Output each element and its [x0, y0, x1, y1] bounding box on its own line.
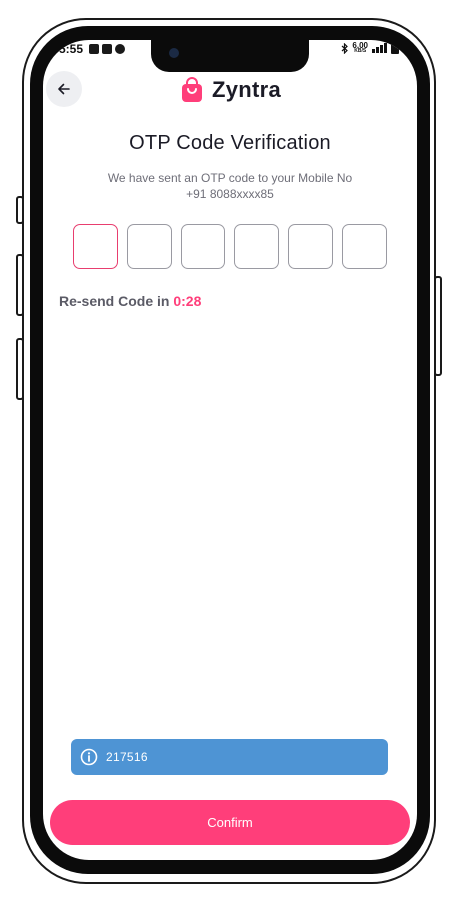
system-icons: 6.00 KB/S: [341, 42, 399, 54]
app-screen: 5:55 6.00 KB/S Zyntra OTP Code Verificat…: [43, 40, 417, 860]
otp-digit-2[interactable]: [126, 224, 172, 269]
bluetooth-icon: [342, 42, 349, 54]
otp-digit-1[interactable]: [73, 224, 118, 269]
resend-label: Re-send Code in: [59, 293, 170, 309]
status-time: 5:55: [59, 42, 84, 56]
otp-digit-3[interactable]: [180, 224, 226, 269]
gallery-icon: [102, 44, 112, 54]
camera-notch: [151, 40, 309, 72]
brand-name: Zyntra: [212, 77, 282, 102]
teams-icon: [89, 44, 99, 54]
confirm-button[interactable]: Confirm: [50, 800, 410, 845]
network-speed-unit: KB/S: [354, 48, 367, 54]
masked-phone-number: +91 8088xxxx85: [186, 187, 274, 201]
otp-digit-5[interactable]: [288, 224, 334, 269]
device-frame: 5:55 6.00 KB/S Zyntra OTP Code Verificat…: [0, 0, 460, 900]
battery-icon: [391, 42, 399, 54]
otp-instructions-line1: We have sent an OTP code to your Mobile …: [107, 171, 353, 185]
signal-icon: [372, 43, 387, 53]
network-speed: 6.00 KB/S: [352, 42, 368, 54]
front-camera: [169, 48, 179, 58]
page-title: OTP Code Verification: [129, 132, 331, 154]
arrow-left-icon: [58, 83, 70, 95]
info-icon: [80, 748, 98, 766]
otp-digit-6[interactable]: [342, 224, 387, 269]
notification-icons: [89, 44, 125, 54]
otp-instructions: We have sent an OTP code to your Mobile …: [43, 170, 417, 202]
resend-timer: 0:28: [173, 293, 202, 309]
back-button[interactable]: [46, 71, 82, 107]
whatsapp-icon: [115, 44, 125, 54]
sms-autofill-banner[interactable]: 217516: [71, 739, 388, 775]
otp-input-group: [73, 224, 387, 269]
otp-digit-4[interactable]: [234, 224, 280, 269]
sms-otp-code: 217516: [106, 750, 148, 764]
brand-logo: Zyntra: [180, 77, 281, 103]
shopping-bag-icon: [182, 77, 202, 102]
resend-code: Re-send Code in 0:28: [59, 293, 201, 309]
